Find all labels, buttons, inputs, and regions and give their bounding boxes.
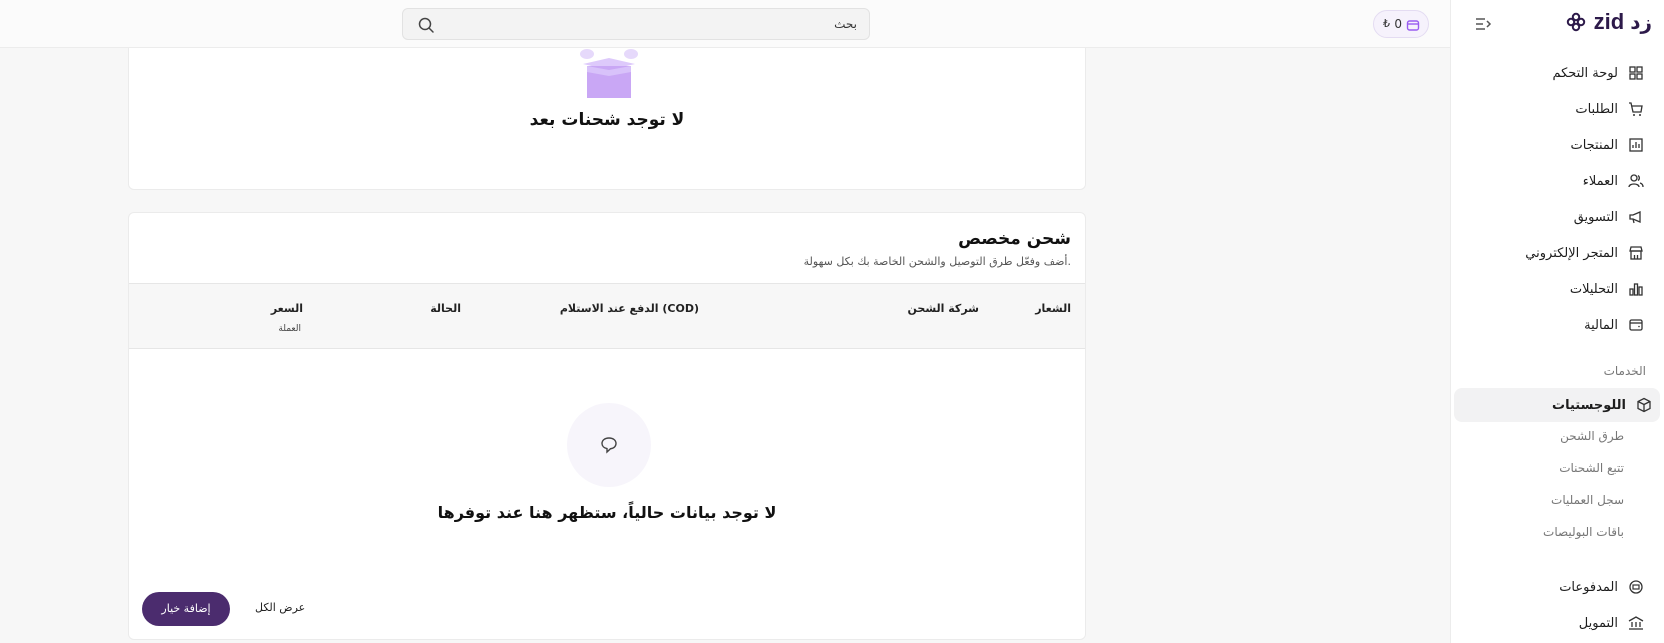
sidebar-item-label: المدفوعات <box>1559 579 1618 595</box>
wallet-icon <box>1406 20 1420 31</box>
column-company: شركة الشحن <box>907 302 979 315</box>
add-option-button[interactable]: إضافة خيار <box>142 592 230 626</box>
zid-logo[interactable]: zid زد <box>1564 8 1652 36</box>
sub-item-shipping-methods[interactable]: طرق الشحن <box>1560 429 1624 443</box>
column-logo: الشعار <box>1035 302 1071 315</box>
empty-data-text: لا توجد بيانات حالياً، ستظهر هنا عند توف… <box>437 503 777 522</box>
sidebar: zid زد لوحة التحكم الطلبات المنتجات العم… <box>1450 0 1664 643</box>
search-icon <box>418 17 434 33</box>
column-cod: الدفع عند الاستلام (COD) <box>559 302 699 315</box>
sidebar-item-customers[interactable]: العملاء <box>1452 164 1652 198</box>
payments-icon <box>1629 580 1643 594</box>
sidebar-item-orders[interactable]: الطلبات <box>1452 92 1652 126</box>
dashboard-icon <box>1629 66 1643 80</box>
wallet-badge[interactable]: ₺ 0 <box>1373 10 1429 38</box>
sidebar-item-label: التحليلات <box>1569 281 1618 297</box>
sidebar-item-marketing[interactable]: التسويق <box>1452 200 1652 234</box>
empty-state-badge <box>567 403 651 487</box>
sidebar-item-online-store[interactable]: المتجر الإلكتروني <box>1452 236 1652 270</box>
shipments-card: لا توجد شحنات بعد <box>128 48 1086 190</box>
logo-text-ar: زد <box>1630 10 1652 34</box>
users-icon <box>1628 174 1644 188</box>
sidebar-item-label: التمويل <box>1578 615 1618 631</box>
currency-symbol: ₺ <box>1383 17 1390 30</box>
sub-item-operations-log[interactable]: سجل العمليات <box>1551 493 1624 507</box>
logo-text-en: zid <box>1593 9 1625 34</box>
cart-icon <box>1629 102 1643 116</box>
section-title-services: الخدمات <box>1603 364 1646 378</box>
sub-item-waybill-packages[interactable]: باقات البوليصات <box>1543 525 1624 539</box>
column-status: الحالة <box>430 302 461 315</box>
empty-box-illustration <box>580 49 638 98</box>
sidebar-item-logistics[interactable]: اللوجستيات <box>1454 388 1660 422</box>
sidebar-item-products[interactable]: المنتجات <box>1452 128 1652 162</box>
sidebar-item-dashboard[interactable]: لوحة التحكم <box>1452 56 1652 90</box>
search-input[interactable]: بحث <box>402 8 870 40</box>
sidebar-item-financing[interactable]: التمويل <box>1452 606 1652 640</box>
megaphone-icon <box>1629 211 1641 224</box>
sidebar-item-analytics[interactable]: التحليلات <box>1452 272 1652 306</box>
sidebar-item-label: المتجر الإلكتروني <box>1525 245 1618 261</box>
sidebar-item-label: الطلبات <box>1575 101 1618 117</box>
box-icon <box>1637 397 1651 413</box>
sidebar-item-label: التسويق <box>1573 209 1618 225</box>
bank-icon <box>1628 616 1644 630</box>
collapse-sidebar-icon[interactable] <box>1473 14 1493 34</box>
chat-bubble-icon <box>601 437 617 454</box>
sidebar-item-label: العملاء <box>1582 173 1618 189</box>
sidebar-item-label: المنتجات <box>1570 137 1618 153</box>
custom-shipping-card: شحن مخصص أضف وفعّل طرق التوصيل والشحن ال… <box>128 212 1086 640</box>
column-price-currency: العملة <box>278 324 301 334</box>
wallet-icon <box>1629 319 1643 331</box>
sidebar-item-label: المالية <box>1584 317 1618 333</box>
top-bar: بحث ₺ 0 <box>0 0 1450 48</box>
sidebar-item-payments[interactable]: المدفوعات <box>1452 570 1652 604</box>
store-icon <box>1629 246 1643 260</box>
card-subtitle: أضف وفعّل طرق التوصيل والشحن الخاصة بك ب… <box>803 255 1071 268</box>
search-placeholder: بحث <box>834 17 857 31</box>
empty-shipments-text: لا توجد شحنات بعد <box>529 110 685 130</box>
sidebar-item-finance[interactable]: المالية <box>1452 308 1652 342</box>
view-all-link[interactable]: عرض الكل <box>255 601 305 614</box>
sidebar-item-label: لوحة التحكم <box>1552 65 1618 81</box>
card-title: شحن مخصص <box>958 229 1071 249</box>
column-price: السعر <box>270 302 303 315</box>
analytics-icon <box>1629 283 1643 296</box>
sub-item-track-shipments[interactable]: تتبع الشحنات <box>1559 461 1624 475</box>
zid-mark-icon <box>1566 12 1585 32</box>
products-icon <box>1629 138 1643 152</box>
wallet-value: 0 <box>1394 17 1402 31</box>
table-header: الشعار شركة الشحن الدفع عند الاستلام (CO… <box>129 283 1085 349</box>
sidebar-item-label: اللوجستيات <box>1552 397 1626 413</box>
